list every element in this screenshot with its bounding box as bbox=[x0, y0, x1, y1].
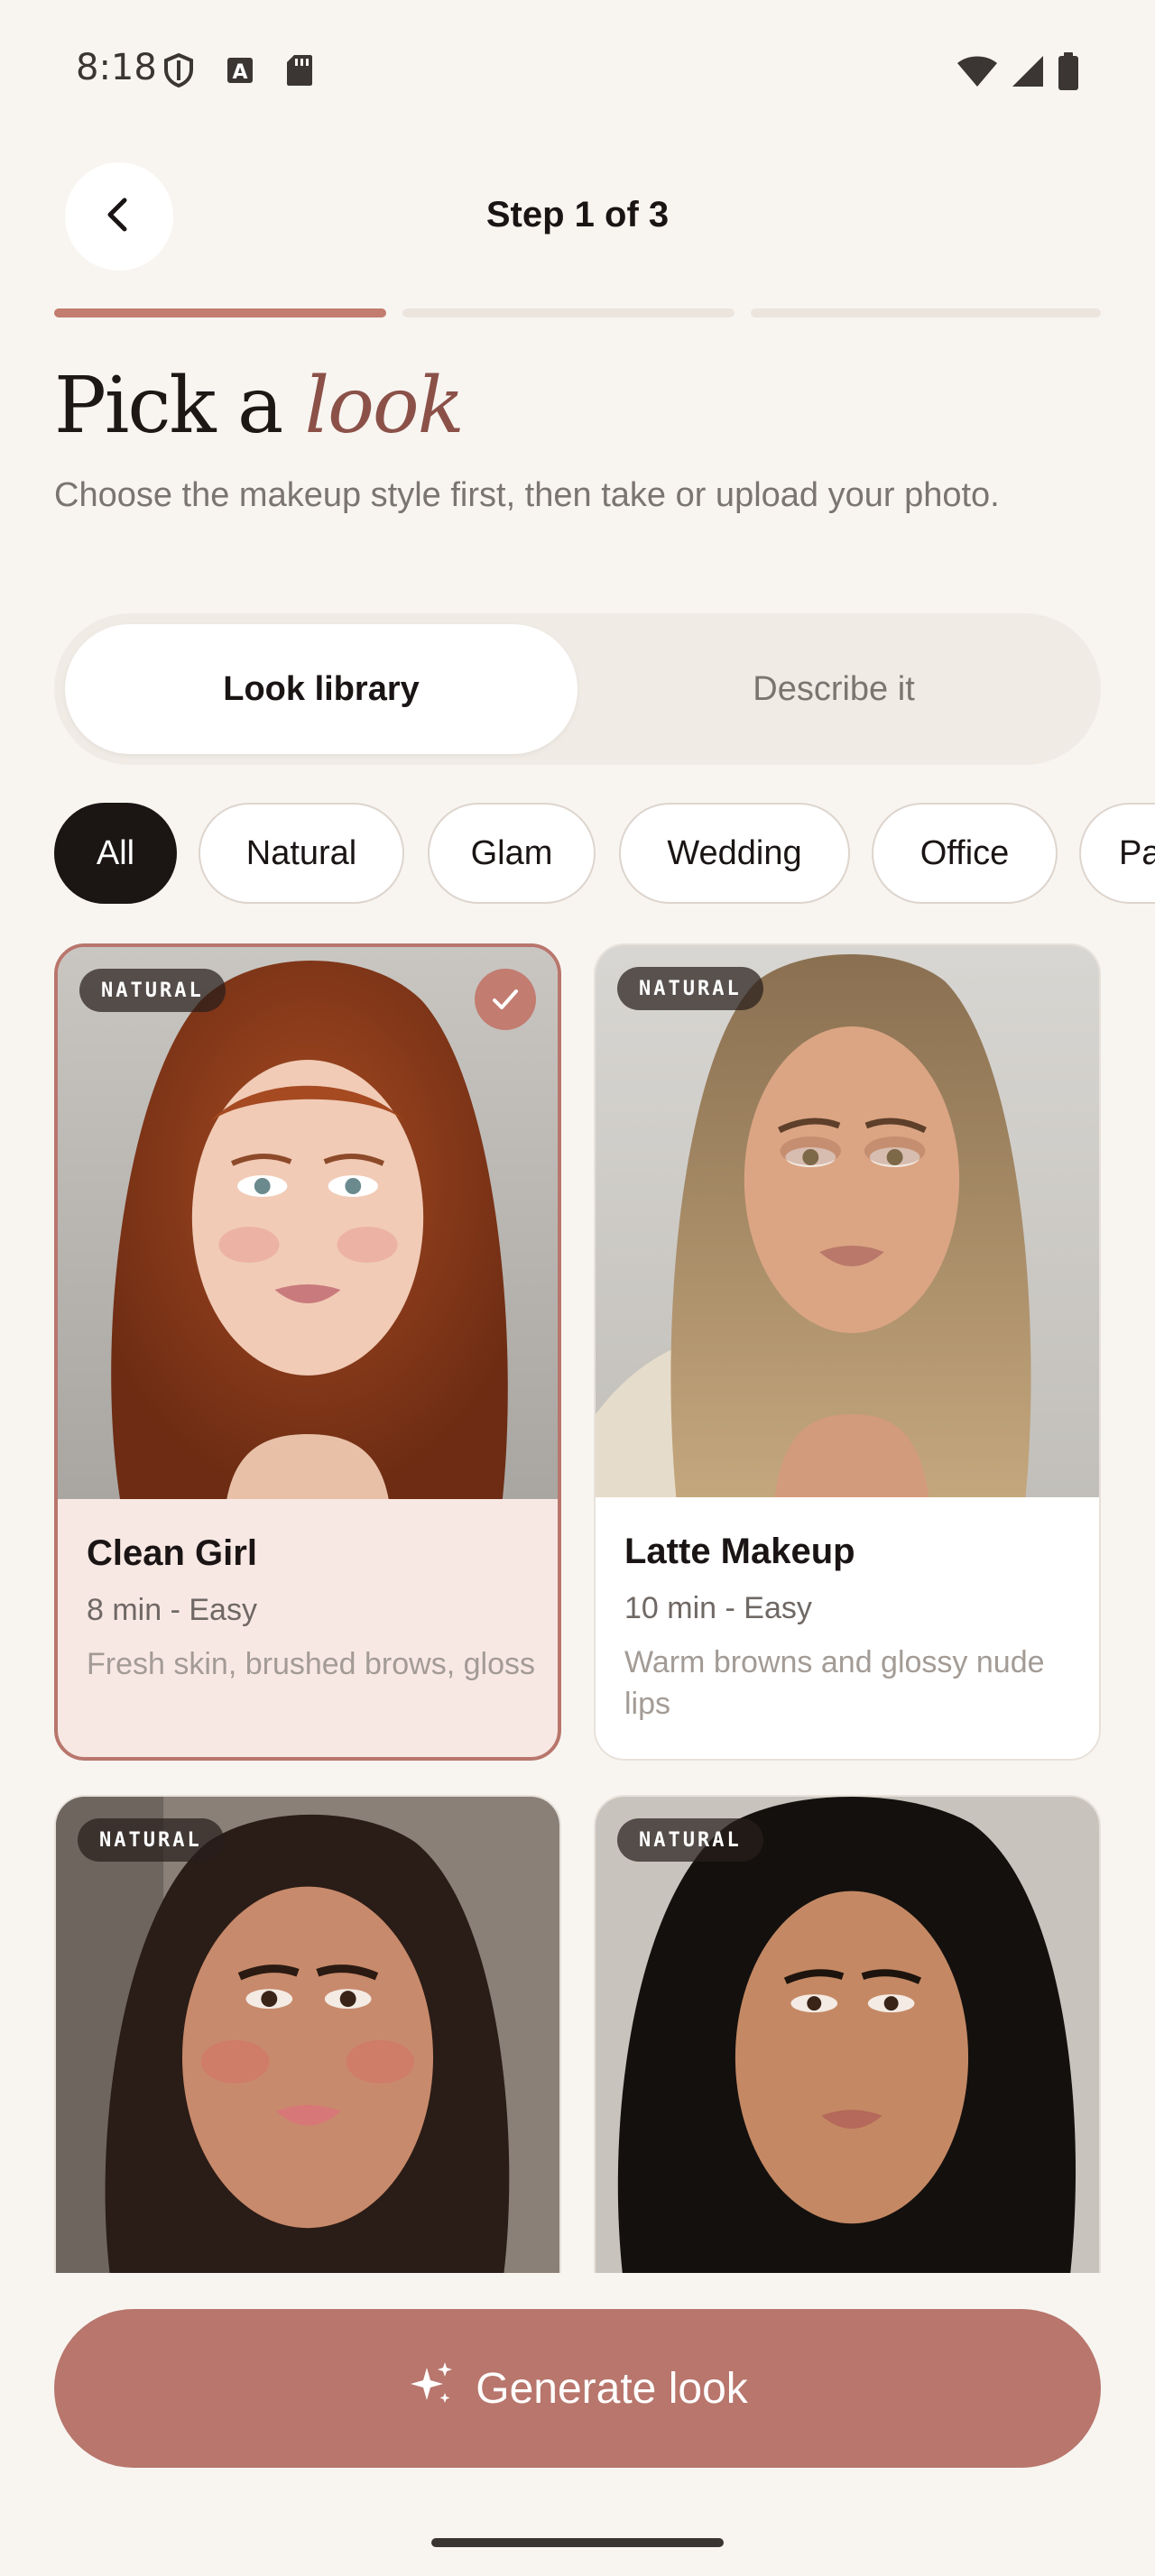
battery-icon bbox=[1058, 52, 1079, 95]
filter-chip-party[interactable]: Pa bbox=[1079, 803, 1155, 904]
look-meta: 10 min - Easy bbox=[624, 1591, 812, 1625]
filter-chip-all[interactable]: All bbox=[54, 803, 177, 904]
look-photo bbox=[58, 947, 558, 1499]
look-card[interactable]: NATURAL bbox=[54, 1795, 561, 2273]
status-time: 8:18 bbox=[76, 47, 157, 88]
generate-look-button[interactable]: Generate look bbox=[54, 2309, 1101, 2468]
filter-chip-wedding[interactable]: Wedding bbox=[619, 803, 850, 904]
category-badge: NATURAL bbox=[79, 969, 226, 1012]
category-badge: NATURAL bbox=[617, 967, 763, 1010]
selected-check-icon bbox=[475, 969, 536, 1030]
svg-text:A: A bbox=[232, 61, 247, 84]
filter-chip-glam[interactable]: Glam bbox=[428, 803, 596, 904]
look-photo bbox=[596, 945, 1099, 1497]
look-photo bbox=[596, 1797, 1099, 2273]
page-title: Pick a look bbox=[54, 361, 465, 451]
page-title-plain: Pick a bbox=[54, 361, 283, 451]
category-badge: NATURAL bbox=[617, 1818, 763, 1862]
look-title: Clean Girl bbox=[87, 1533, 257, 1573]
tab-look-library[interactable]: Look library bbox=[65, 624, 578, 754]
filter-chip-natural[interactable]: Natural bbox=[199, 803, 404, 904]
page-title-accent: look bbox=[304, 361, 465, 451]
step-title: Step 1 of 3 bbox=[485, 195, 670, 235]
progress-segment-3 bbox=[751, 308, 1101, 317]
tab-describe-it[interactable]: Describe it bbox=[578, 624, 1090, 754]
look-description: Fresh skin, brushed brows, gloss bbox=[87, 1647, 535, 1681]
look-description: Warm browns and glossy nude lips bbox=[624, 1645, 1045, 1721]
category-badge: NATURAL bbox=[78, 1818, 224, 1862]
look-card-clean-girl[interactable]: NATURAL Clean Girl 8 min - Easy Fresh sk… bbox=[54, 943, 561, 1761]
look-card-latte-makeup[interactable]: NATURAL Latte Makeup 10 min - Easy Warm … bbox=[594, 943, 1101, 1761]
font-icon: A bbox=[222, 52, 258, 88]
home-indicator[interactable] bbox=[431, 2538, 724, 2547]
generate-look-label: Generate look bbox=[476, 2364, 748, 2413]
progress-segment-2 bbox=[402, 308, 735, 317]
progress-segment-1 bbox=[54, 308, 386, 317]
shield-icon bbox=[161, 52, 197, 88]
look-meta: 8 min - Easy bbox=[87, 1593, 257, 1627]
look-card[interactable]: NATURAL bbox=[594, 1795, 1101, 2273]
sparkle-icon bbox=[407, 2359, 456, 2418]
filter-chip-office[interactable]: Office bbox=[872, 803, 1058, 904]
look-photo bbox=[56, 1797, 559, 2273]
look-title: Latte Makeup bbox=[624, 1532, 855, 1571]
page-subtitle: Choose the makeup style first, then take… bbox=[54, 476, 1000, 514]
wifi-icon bbox=[956, 54, 998, 93]
sd-card-icon bbox=[282, 52, 318, 88]
signal-icon bbox=[1011, 54, 1045, 93]
